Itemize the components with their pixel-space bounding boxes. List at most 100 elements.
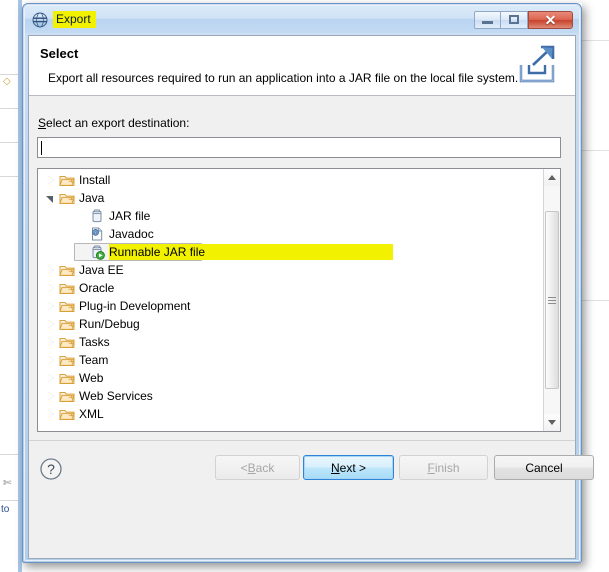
finish-button[interactable]: Finish bbox=[399, 455, 488, 480]
tree-item-label: Oracle bbox=[79, 281, 115, 295]
background-editor-ruler: ◇ ✄ to bbox=[0, 0, 19, 572]
tree-item-run-debug[interactable]: Run/Debug bbox=[38, 315, 543, 333]
tree-item-javadoc[interactable]: @ Javadoc bbox=[38, 225, 543, 243]
folder-icon bbox=[59, 190, 75, 206]
scroll-down-button[interactable] bbox=[544, 414, 560, 431]
close-icon: ✕ bbox=[544, 11, 557, 28]
minimize-button[interactable] bbox=[474, 10, 501, 29]
folder-icon bbox=[59, 352, 75, 368]
minimize-icon bbox=[482, 21, 493, 24]
title-text-wrap: Export bbox=[53, 11, 96, 28]
tree-item-runnable-jar-file[interactable]: Runnable JAR file bbox=[38, 243, 543, 261]
export-destination-field[interactable] bbox=[37, 137, 561, 158]
next-button-rest: ext > bbox=[339, 460, 367, 475]
tree-item-label: Run/Debug bbox=[79, 317, 140, 331]
next-button[interactable]: Next > bbox=[303, 455, 394, 480]
finish-button-rest: inish bbox=[434, 460, 460, 475]
back-button-rest: ack bbox=[255, 460, 275, 475]
chevron-right-icon[interactable] bbox=[46, 409, 55, 419]
tree-item-web-services[interactable]: Web Services bbox=[38, 387, 543, 405]
svg-text:?: ? bbox=[47, 461, 55, 477]
folder-icon bbox=[59, 406, 75, 422]
folder-icon bbox=[59, 316, 75, 332]
tree-item-plug-in-development[interactable]: Plug-in Development bbox=[38, 297, 543, 315]
wizard-body: Select an export destination: Install Jav… bbox=[29, 96, 594, 500]
export-destination-tree[interactable]: Install Java JAR file @ Javadoc Runnable JAR … bbox=[37, 168, 561, 432]
scrollbar-grip-icon bbox=[548, 295, 556, 306]
tree-item-web[interactable]: Web bbox=[38, 369, 543, 387]
window-frame: Export ✕ Select Export all resources req… bbox=[22, 3, 594, 563]
chevron-right-icon[interactable] bbox=[46, 337, 55, 347]
page-description: Export all resources required to run an … bbox=[48, 71, 519, 85]
chevron-right-icon[interactable] bbox=[46, 373, 55, 383]
tree-item-java[interactable]: Java bbox=[38, 189, 543, 207]
chevron-right-icon[interactable] bbox=[46, 283, 55, 293]
folder-icon bbox=[59, 172, 75, 188]
tree-item-oracle[interactable]: Oracle bbox=[38, 279, 543, 297]
chevron-right-icon[interactable] bbox=[46, 319, 55, 329]
maximize-button[interactable] bbox=[501, 10, 528, 29]
tree-item-label: Team bbox=[79, 353, 109, 367]
tree-vertical-scrollbar[interactable] bbox=[543, 169, 560, 431]
chevron-right-icon[interactable] bbox=[46, 355, 55, 365]
destination-label-mnemonic: S bbox=[38, 116, 47, 130]
folder-icon bbox=[59, 334, 75, 350]
tree-item-label: Tasks bbox=[79, 335, 110, 349]
scrollbar-thumb[interactable] bbox=[545, 211, 559, 389]
title-bar[interactable]: Export ✕ bbox=[25, 6, 579, 33]
destination-label: Select an export destination: bbox=[38, 116, 189, 130]
search-input[interactable] bbox=[42, 140, 542, 155]
folder-icon bbox=[59, 280, 75, 296]
tree-item-label: Java EE bbox=[79, 263, 124, 277]
help-button[interactable]: ? bbox=[39, 457, 63, 481]
tree-item-label: Install bbox=[79, 173, 111, 187]
dialog-button-bar: ? < Back Next > Finish Cancel bbox=[29, 441, 594, 500]
next-button-mnemonic: N bbox=[330, 460, 340, 475]
tree-item-xml[interactable]: XML bbox=[38, 405, 543, 423]
jar-file-icon bbox=[89, 208, 105, 224]
chevron-right-icon[interactable] bbox=[46, 391, 55, 401]
tree-item-label: Web bbox=[79, 371, 104, 385]
cancel-button[interactable]: Cancel bbox=[494, 455, 594, 480]
export-wizard-icon bbox=[511, 41, 563, 91]
scroll-up-button[interactable] bbox=[544, 169, 560, 186]
tree-item-label: Plug-in Development bbox=[79, 299, 191, 313]
tree-item-team[interactable]: Team bbox=[38, 351, 543, 369]
tree-item-label: Java bbox=[79, 191, 105, 205]
tree-item-label: JAR file bbox=[109, 209, 151, 223]
tree-item-java-ee[interactable]: Java EE bbox=[38, 261, 543, 279]
back-button-mnemonic: B bbox=[247, 460, 256, 475]
scroll-down-icon bbox=[548, 420, 556, 425]
back-button[interactable]: < Back bbox=[215, 455, 300, 480]
tree-item-jar-file[interactable]: JAR file bbox=[38, 207, 543, 225]
cancel-button-label: Cancel bbox=[525, 460, 563, 475]
back-button-prefix: < bbox=[240, 460, 248, 475]
dialog-client-area: Select Export all resources required to … bbox=[28, 35, 594, 559]
destination-label-rest: elect an export destination: bbox=[46, 116, 190, 130]
tree-item-label: XML bbox=[79, 407, 104, 421]
export-wizard-dialog: Export ✕ Select Export all resources req… bbox=[22, 3, 594, 563]
folder-icon bbox=[59, 388, 75, 404]
tree-item-label: Runnable JAR file bbox=[109, 244, 206, 260]
folder-icon bbox=[59, 298, 75, 314]
chevron-right-icon[interactable] bbox=[46, 175, 55, 185]
tree-item-label: Javadoc bbox=[109, 227, 154, 241]
scroll-up-icon bbox=[548, 175, 556, 180]
folder-icon bbox=[59, 262, 75, 278]
tree-item-tasks[interactable]: Tasks bbox=[38, 333, 543, 351]
javadoc-icon: @ bbox=[89, 226, 105, 242]
chevron-right-icon[interactable] bbox=[46, 265, 55, 275]
eclipse-globe-icon bbox=[32, 12, 48, 28]
close-button[interactable]: ✕ bbox=[528, 10, 573, 29]
tree-item-install[interactable]: Install bbox=[38, 171, 543, 189]
wizard-banner: Select Export all resources required to … bbox=[29, 36, 575, 96]
svg-text:@: @ bbox=[93, 230, 98, 235]
tree-list: Install Java JAR file @ Javadoc Runnable JAR … bbox=[38, 171, 543, 423]
chevron-down-icon[interactable] bbox=[46, 194, 55, 203]
chevron-right-icon[interactable] bbox=[46, 301, 55, 311]
tree-item-label: Web Services bbox=[79, 389, 153, 403]
finish-button-mnemonic: F bbox=[427, 460, 435, 475]
